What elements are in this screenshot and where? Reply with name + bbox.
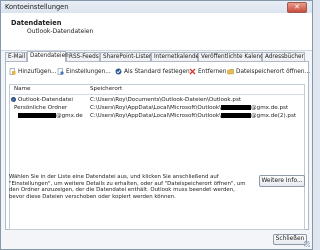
column-location[interactable]: Speicherort <box>90 85 122 94</box>
list-item[interactable]: Persönliche Ordner C:\Users\Roy\AppData\… <box>10 104 304 112</box>
tab-address-books[interactable]: Adressbücher <box>262 52 305 61</box>
account-settings-window: Kontoeinstellungen ✕ Datendateien Outloo… <box>0 0 313 250</box>
settings-button[interactable]: Einstellungen... <box>57 66 111 78</box>
item-location: C:\Users\Roy\Documents\Outlook-Dateien\O… <box>90 97 242 103</box>
set-default-label: Als Standard festlegen <box>124 69 190 75</box>
open-location-label: Dateispeicherort öffnen... <box>236 69 311 75</box>
item-name: Persönliche Ordner <box>14 105 68 111</box>
remove-button-label: Entfernen <box>198 69 227 75</box>
list-header: Name Speicherort <box>10 85 304 95</box>
open-location-button[interactable]: Dateispeicherort öffnen... <box>227 66 310 78</box>
item-location-prefix: C:\Users\Roy\AppData\Local\Microsoft\Out… <box>90 113 222 119</box>
item-location-suffix: @gmx.de(2).pst <box>251 113 297 119</box>
list-item[interactable]: @gmx.de C:\Users\Roy\AppData\Local\Micro… <box>10 112 304 120</box>
checkmark-icon <box>115 68 122 75</box>
tab-published-calendars[interactable]: Veröffentlichte Kalender <box>198 52 270 61</box>
remove-button[interactable]: Entfernen <box>189 66 226 78</box>
column-name[interactable]: Name <box>14 85 31 94</box>
header-subtitle: Outlook-Datendateien <box>27 28 94 35</box>
remove-x-icon <box>189 68 196 75</box>
more-info-button[interactable]: Weitere Info... <box>259 175 305 187</box>
list-item[interactable]: ✓ Outlook-Datendatei C:\Users\Roy\Documen… <box>10 96 304 104</box>
add-button[interactable]: Hinzufügen... <box>9 66 57 78</box>
tab-sharepoint-lists[interactable]: SharePoint-Listen <box>100 52 153 61</box>
tab-data-files[interactable]: Datendateien <box>27 51 69 62</box>
window-title: Kontoeinstellungen <box>5 3 69 11</box>
data-files-panel: Hinzufügen... Einstellungen... Als Stand… <box>5 61 310 230</box>
dialog-header: Datendateien Outlook-Datendateien <box>1 13 312 51</box>
add-button-label: Hinzufügen... <box>18 69 57 75</box>
item-name-suffix: @gmx.de <box>56 113 83 119</box>
item-name: Outlook-Datendatei <box>18 97 73 103</box>
folder-icon <box>227 68 234 75</box>
resize-grip[interactable] <box>304 241 310 247</box>
close-button[interactable]: Schließen <box>273 234 307 245</box>
set-default-button[interactable]: Als Standard festlegen <box>115 66 190 78</box>
header-title: Datendateien <box>11 19 62 27</box>
redaction-block <box>221 105 252 110</box>
toolbar: Hinzufügen... Einstellungen... Als Stand… <box>9 66 310 78</box>
default-checkmark-icon: ✓ <box>11 97 16 102</box>
add-file-icon <box>9 68 16 75</box>
tab-rss-feeds[interactable]: RSS-Feeds <box>66 52 100 61</box>
tab-email[interactable]: E-Mail <box>5 52 27 61</box>
close-icon: ✕ <box>294 3 300 11</box>
description-text: Wählen Sie in der Liste eine Datendatei … <box>9 174 246 200</box>
redaction-block <box>18 113 56 118</box>
settings-button-label: Einstellungen... <box>66 69 111 75</box>
data-files-list[interactable]: Name Speicherort ✓ Outlook-Datendatei C:\… <box>9 84 305 230</box>
item-location-prefix: C:\Users\Roy\AppData\Local\Microsoft\Out… <box>90 105 222 111</box>
close-window-button[interactable]: ✕ <box>287 2 307 13</box>
tab-internet-calendars[interactable]: Internetkalender <box>151 52 201 61</box>
item-location-suffix: @gmx.de.pst <box>251 105 289 111</box>
title-bar[interactable]: Kontoeinstellungen ✕ <box>1 1 312 13</box>
settings-file-icon <box>57 68 64 75</box>
redaction-block <box>221 113 252 118</box>
